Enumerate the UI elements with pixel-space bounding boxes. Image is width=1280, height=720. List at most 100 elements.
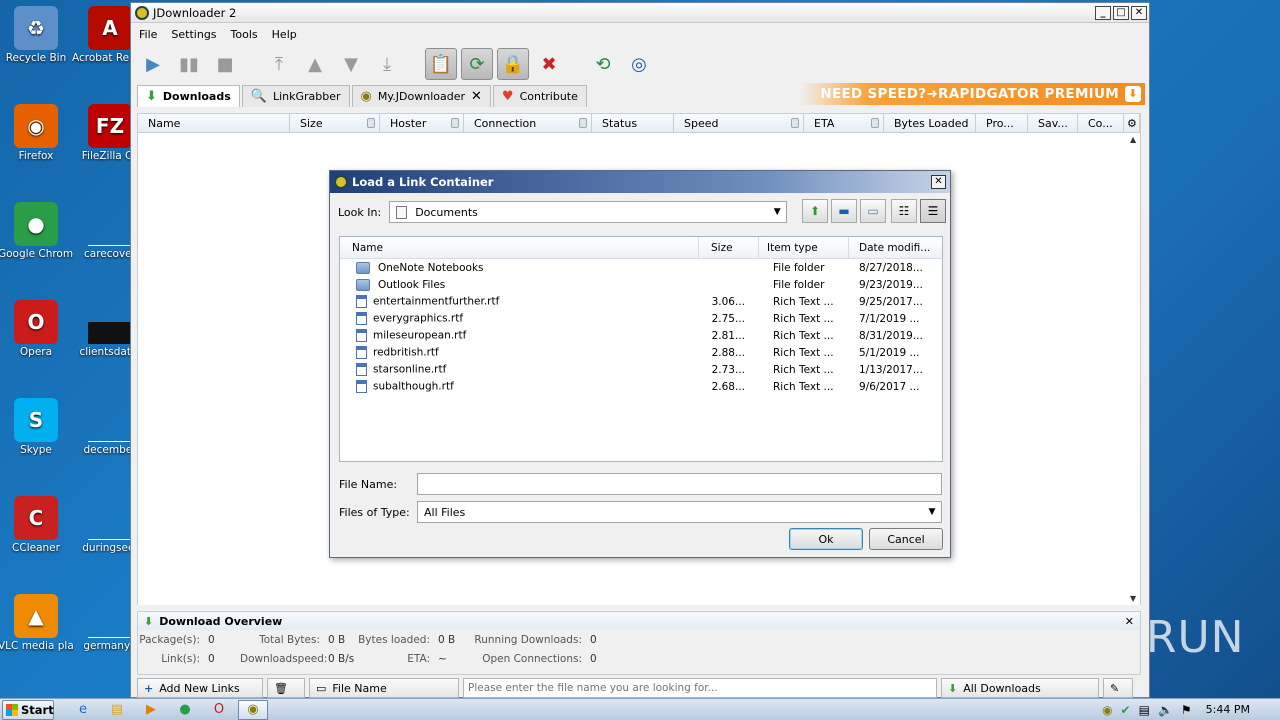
file-row[interactable]: Outlook Files File folder 9/23/2019... (340, 276, 942, 293)
minimize-button[interactable]: _ (1095, 5, 1111, 20)
desktop-shortcut[interactable]: O Opera (0, 300, 74, 358)
dialog-title-bar[interactable]: Load a Link Container ✕ (330, 171, 950, 193)
dialog-close-button[interactable]: ✕ (931, 175, 946, 189)
filezilla-icon: FZ (88, 104, 132, 148)
close-button[interactable]: ✕ (1131, 5, 1147, 20)
play-icon[interactable]: ▶ (137, 48, 169, 80)
maximize-button[interactable]: □ (1113, 5, 1129, 20)
move-top-icon[interactable]: ⤒ (263, 48, 295, 80)
premium-icon[interactable]: 🔒 (497, 48, 529, 80)
explorer-taskbar-icon[interactable]: ▤ (102, 700, 132, 720)
close-panel-icon[interactable]: ✕ (1125, 615, 1140, 628)
reconnect-icon[interactable]: ⟲ (587, 48, 619, 80)
move-bottom-icon[interactable]: ⤓ (371, 48, 403, 80)
filter-field-select[interactable]: ▭ File Name (309, 678, 459, 698)
files-of-type-select[interactable]: All Files ▼ (417, 501, 942, 523)
delete-button[interactable]: 🗑 (267, 678, 305, 698)
file-row[interactable]: starsonline.rtf 2.73... Rich Text ... 1/13/… (340, 361, 942, 378)
scroll-down-icon[interactable]: ▼ (1130, 594, 1136, 603)
flag-icon[interactable]: ⚑ (1181, 703, 1192, 717)
list-view-button[interactable]: ☷ (891, 199, 917, 223)
jdownloader-taskbar-icon[interactable]: ◉ (238, 699, 268, 720)
ok-button[interactable]: Ok (789, 528, 863, 550)
tab-linkgrabber[interactable]: 🔍 LinkGrabber (241, 85, 350, 107)
file-row[interactable]: entertainmentfurther.rtf 3.06... Rich Text… (340, 293, 942, 310)
auto-reconnect-icon[interactable]: ⟳ (461, 48, 493, 80)
col-progress[interactable]: Pro... (976, 114, 1028, 132)
media-player-taskbar-icon[interactable]: ▶ (136, 700, 166, 720)
details-view-button[interactable]: ☰ (920, 199, 946, 223)
action-center-icon[interactable]: ▤ (1139, 703, 1150, 717)
scroll-up-icon[interactable]: ▲ (1130, 135, 1136, 144)
clipboard-icon[interactable]: 📋 (425, 48, 457, 80)
search-input[interactable] (463, 678, 937, 698)
title-bar[interactable]: JDownloader 2 _ □ ✕ (131, 3, 1149, 23)
move-up-icon[interactable]: ▲ (299, 48, 331, 80)
col-date-modified[interactable]: Date modifi... (849, 237, 942, 258)
desktop-shortcut[interactable]: ◉ Firefox (0, 104, 74, 162)
col-size[interactable]: Size (290, 114, 380, 132)
look-in-select[interactable]: Documents ▼ (389, 201, 788, 223)
menu-settings[interactable]: Settings (167, 28, 226, 41)
desktop-shortcut[interactable]: ▲ VLC media player (0, 594, 74, 652)
chrome-taskbar-icon[interactable]: ● (170, 700, 200, 720)
up-one-level-button[interactable]: ⬆ (802, 199, 828, 223)
start-button[interactable]: Start (2, 699, 54, 720)
menu-help[interactable]: Help (268, 28, 307, 41)
move-down-icon[interactable]: ▼ (335, 48, 367, 80)
file-row[interactable]: everygraphics.rtf 2.75... Rich Text ... 7/1… (340, 310, 942, 327)
file-row[interactable]: OneNote Notebooks File folder 8/27/2018... (340, 259, 942, 276)
file-name-input[interactable] (417, 473, 942, 495)
desktop-button[interactable]: ▬ (831, 199, 857, 223)
desktop-shortcut[interactable]: C CCleaner (0, 496, 74, 554)
col-name[interactable]: Name (138, 114, 290, 132)
cancel-button[interactable]: Cancel (869, 528, 943, 550)
col-comment[interactable]: Co... (1078, 114, 1124, 132)
network-tray-icon[interactable]: ✔ (1121, 703, 1131, 717)
volume-icon[interactable]: 🔈 (1158, 703, 1173, 717)
view-settings-button[interactable]: ✎ (1103, 678, 1133, 698)
chevron-down-icon: ▼ (773, 207, 781, 217)
col-saveto[interactable]: Sav... (1028, 114, 1078, 132)
clock[interactable]: 5:44 PM (1200, 703, 1250, 716)
opera-taskbar-icon[interactable]: O (204, 700, 234, 720)
new-folder-button[interactable]: ▭ (860, 199, 886, 223)
col-file-name[interactable]: Name (340, 237, 699, 258)
tab-contribute[interactable]: ♥ Contribute (492, 85, 587, 107)
file-row[interactable]: subalthough.rtf 2.68... Rich Text ... 9/6/2… (340, 378, 942, 395)
column-settings-icon[interactable]: ⚙ (1124, 114, 1140, 132)
update-icon[interactable]: ◎ (623, 48, 655, 80)
file-row[interactable]: mileseuropean.rtf 2.81... Rich Text ... 8/3… (340, 327, 942, 344)
pause-icon[interactable]: ▮▮ (173, 48, 205, 80)
col-status[interactable]: Status (592, 114, 674, 132)
tab-myjdownloader[interactable]: ◉ My.JDownloader ✕ (351, 85, 491, 107)
desktop-shortcut[interactable]: S Skype (0, 398, 74, 456)
menu-tools[interactable]: Tools (227, 28, 268, 41)
rtf-document-icon (356, 380, 367, 393)
file-row[interactable]: redbritish.rtf 2.88... Rich Text ... 5/1/20… (340, 344, 942, 361)
jdownloader-tray-icon[interactable]: ◉ (1102, 703, 1112, 717)
all-downloads-select[interactable]: ⬇ All Downloads (941, 678, 1099, 698)
col-file-size[interactable]: Size (699, 237, 759, 258)
menu-file[interactable]: File (135, 28, 167, 41)
tab-downloads[interactable]: ⬇ Downloads (137, 85, 240, 107)
col-eta[interactable]: ETA (804, 114, 884, 132)
add-new-links-button[interactable]: + Add New Links (137, 678, 263, 698)
vertical-scrollbar[interactable]: ▲ ▼ (1128, 133, 1140, 605)
stop-icon[interactable]: ■ (209, 48, 241, 80)
file-list[interactable]: Name Size Item type Date modifi... OneNo… (339, 236, 943, 462)
close-tab-icon[interactable]: ✕ (471, 89, 482, 104)
col-item-type[interactable]: Item type (759, 237, 849, 258)
ie-taskbar-icon[interactable]: e (68, 700, 98, 720)
col-hoster[interactable]: Hoster (380, 114, 464, 132)
rapidgator-banner[interactable]: NEED SPEED?➜RAPIDGATOR PREMIUM ⬇ (800, 83, 1145, 105)
col-bytes-loaded[interactable]: Bytes Loaded (884, 114, 976, 132)
folder-icon: ▭ (867, 204, 879, 218)
silent-mode-icon[interactable]: ✖ (533, 48, 565, 80)
desktop-shortcut[interactable]: ● Google Chrome (0, 202, 74, 260)
desktop-shortcut-label: Skype (20, 444, 52, 456)
tab-bar: ⬇ Downloads 🔍 LinkGrabber ◉ My.JDownload… (131, 83, 1149, 107)
col-connection[interactable]: Connection (464, 114, 592, 132)
desktop-shortcut[interactable]: ♻ Recycle Bin (0, 6, 74, 64)
col-speed[interactable]: Speed (674, 114, 804, 132)
